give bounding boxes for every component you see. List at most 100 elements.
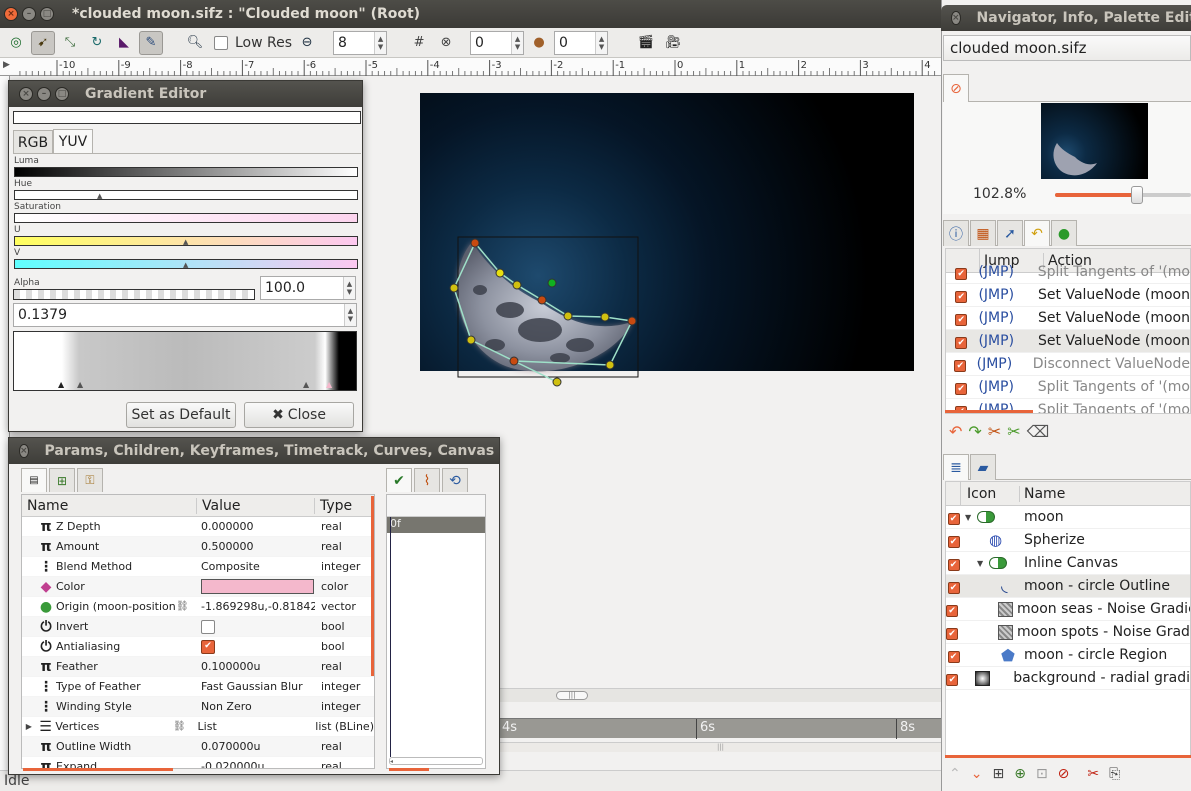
rotate-tool-icon[interactable]: ↻ bbox=[85, 31, 109, 55]
layer-row[interactable]: ✔ ⬟ moon - circle Region bbox=[946, 644, 1190, 667]
history-active-checkbox[interactable]: ✔ bbox=[955, 383, 968, 395]
layer-expander-icon[interactable]: ▼ bbox=[977, 559, 985, 568]
gradient-main-preview[interactable]: ▲ ▲ ▲ ▲ bbox=[13, 331, 357, 391]
close-button[interactable]: ✖ Close bbox=[244, 402, 354, 428]
vertex-handle[interactable] bbox=[537, 295, 547, 305]
layer-visible-checkbox[interactable]: ✔ bbox=[946, 674, 959, 686]
zoom-slider-handle[interactable] bbox=[1130, 186, 1143, 204]
scale-tool-icon[interactable]: ⤡ bbox=[58, 31, 82, 55]
encapsulate-icon[interactable]: ⊡ bbox=[1036, 766, 1048, 782]
param-row[interactable]: ● Origin (moon-position) ⛓ -1.869298u,-0.81… bbox=[22, 597, 374, 617]
params-hscroll[interactable] bbox=[23, 768, 173, 771]
layer-name[interactable]: moon - circle Region bbox=[1020, 647, 1167, 663]
v-marker-icon[interactable]: ▲ bbox=[183, 261, 188, 269]
gradient-maximize-icon[interactable]: □ bbox=[55, 87, 69, 101]
layer-visible-checkbox[interactable]: ✔ bbox=[946, 605, 958, 617]
window-maximize-icon[interactable]: □ bbox=[40, 7, 54, 21]
param-value-cell[interactable] bbox=[197, 619, 315, 634]
param-value-cell[interactable]: ✔ bbox=[197, 639, 315, 654]
onion-past-arrows-icon[interactable]: ▲ ▼ bbox=[511, 31, 524, 54]
layer-name[interactable]: moon spots - Noise Gradi bbox=[1013, 624, 1190, 640]
param-row[interactable]: π Z Depth 0.000000 real bbox=[22, 517, 374, 537]
params-close-icon[interactable]: × bbox=[19, 444, 29, 458]
vertex-handle[interactable] bbox=[509, 356, 519, 366]
layer-visible-checkbox[interactable]: ✔ bbox=[947, 651, 960, 663]
clear-undo-icon[interactable]: ✂ bbox=[988, 422, 1001, 441]
col-value[interactable]: Value bbox=[197, 497, 315, 514]
canvas-hscroll-thumb[interactable]: ||| bbox=[556, 691, 588, 700]
vertex-handle[interactable] bbox=[470, 238, 480, 248]
alpha-spinbox[interactable]: 100.0 ▲ ▼ bbox=[260, 276, 356, 300]
layer-visible-checkbox[interactable]: ✔ bbox=[947, 582, 960, 594]
layer-row[interactable]: ✔ moon seas - Noise Gradie bbox=[946, 598, 1190, 621]
col-type[interactable]: Type bbox=[315, 498, 352, 514]
gradient-stop-icon[interactable]: ▲ bbox=[326, 380, 332, 389]
cut-layer-icon[interactable]: ✂ bbox=[1087, 766, 1099, 782]
layer-expander-icon[interactable]: ▼ bbox=[965, 513, 973, 522]
param-value-cell[interactable]: Non Zero bbox=[197, 700, 315, 713]
layer-name[interactable]: moon - circle Outline bbox=[1020, 578, 1170, 594]
history-active-checkbox[interactable]: ✔ bbox=[955, 268, 968, 280]
preview-icon[interactable]: 🎥︎ bbox=[661, 31, 685, 55]
clear-redo-icon[interactable]: ✂ bbox=[1007, 422, 1020, 441]
color-swatch[interactable] bbox=[201, 579, 314, 594]
hue-marker-icon[interactable]: ▲ bbox=[97, 192, 102, 200]
tab-info-icon[interactable]: ⓘ bbox=[943, 220, 969, 246]
history-row[interactable]: ✔ (JMP)Split Tangents of '(mo bbox=[946, 376, 1190, 399]
param-value-cell[interactable]: 0.500000 bbox=[197, 540, 315, 553]
layer-row[interactable]: ✔ ▼ Inline Canvas bbox=[946, 552, 1190, 575]
position-spinbox[interactable]: 0.1379 ▲ ▼ bbox=[13, 303, 357, 327]
param-value-cell[interactable]: 0.070000u bbox=[197, 740, 315, 753]
onion-past-spinbox[interactable]: 0 ▲ ▼ bbox=[470, 30, 525, 55]
history-active-checkbox[interactable]: ✔ bbox=[955, 291, 968, 303]
layer-name[interactable]: background - radial gradi bbox=[1009, 670, 1190, 686]
undo-icon[interactable]: ↶ bbox=[949, 422, 962, 441]
timetrack-hscroll[interactable]: ◂ bbox=[389, 757, 483, 765]
vertex-handle[interactable] bbox=[627, 316, 637, 326]
quality-spin-arrows-icon[interactable]: ▲ ▼ bbox=[374, 31, 387, 54]
param-value-cell[interactable]: Composite bbox=[197, 560, 315, 573]
history-jump-link[interactable]: (JMP) bbox=[976, 379, 1033, 395]
quality-spinbox[interactable]: 8 ▲ ▼ bbox=[333, 30, 388, 55]
tab-children-icon[interactable]: ⊞ bbox=[49, 468, 75, 492]
gradient-stop-icon[interactable]: ▲ bbox=[303, 380, 309, 389]
param-value-cell[interactable]: 0.100000u bbox=[197, 660, 315, 673]
transform-tool-icon[interactable]: ◎ bbox=[4, 31, 28, 55]
history-active-checkbox[interactable]: ✔ bbox=[955, 337, 968, 349]
layer-name[interactable]: Inline Canvas bbox=[1020, 555, 1118, 571]
gradient-stop-icon[interactable]: ▲ bbox=[58, 380, 64, 389]
render-icon[interactable]: 🎬︎ bbox=[634, 31, 658, 55]
timebar[interactable]: 4s 6s 8s bbox=[500, 718, 941, 739]
param-row[interactable]: ⏻ Antialiasing ✔ bool bbox=[22, 637, 374, 657]
param-value-cell[interactable]: 0.000000 bbox=[197, 520, 315, 533]
raise-layer-icon[interactable]: ⌃ bbox=[949, 766, 961, 782]
tangent-handle[interactable] bbox=[495, 268, 505, 278]
col-layer-name[interactable]: Name bbox=[1020, 486, 1065, 502]
navigator-thumbnail[interactable] bbox=[1041, 103, 1148, 179]
param-row[interactable]: π Outline Width 0.070000u real bbox=[22, 737, 374, 757]
layer-visible-checkbox[interactable]: ✔ bbox=[947, 559, 960, 571]
canvas-hscrollbar[interactable]: ||| bbox=[500, 688, 941, 702]
position-spin-arrows-icon[interactable]: ▲ ▼ bbox=[344, 304, 356, 326]
col-name[interactable]: Name bbox=[22, 497, 197, 514]
zoom-out-icon[interactable]: ⊖ bbox=[295, 31, 319, 55]
moon-crescent-shape[interactable] bbox=[456, 242, 632, 372]
layer-name[interactable]: moon seas - Noise Gradie bbox=[1013, 601, 1190, 617]
grid-toggle-icon[interactable]: # bbox=[407, 31, 431, 55]
dock-close-icon[interactable]: × bbox=[951, 11, 961, 25]
zoom-slider[interactable] bbox=[1055, 186, 1191, 204]
zoom-in-icon[interactable]: 🔍︎ bbox=[183, 31, 207, 55]
param-value-cell[interactable]: -0.020000u bbox=[197, 760, 315, 768]
history-row[interactable]: ✔ (JMP) Disconnect ValueNode bbox=[946, 353, 1190, 376]
gradient-stop-icon[interactable]: ▲ bbox=[77, 380, 83, 389]
tab-yuv[interactable]: YUV bbox=[53, 129, 93, 154]
layer-row[interactable]: ✔ ◟ moon - circle Outline bbox=[946, 575, 1190, 598]
param-row[interactable]: π Amount 0.500000 real bbox=[22, 537, 374, 557]
moon-drawing[interactable] bbox=[420, 220, 650, 395]
tab-rgb[interactable]: RGB bbox=[13, 130, 53, 154]
tab-layers-icon[interactable]: ≣ bbox=[943, 454, 969, 480]
mirror-tool-icon[interactable]: ◣ bbox=[112, 31, 136, 55]
history-jump-link[interactable]: (JMP) bbox=[976, 287, 1034, 303]
set-as-default-button[interactable]: Set as Default bbox=[126, 402, 236, 428]
low-res-checkbox[interactable] bbox=[214, 35, 228, 50]
